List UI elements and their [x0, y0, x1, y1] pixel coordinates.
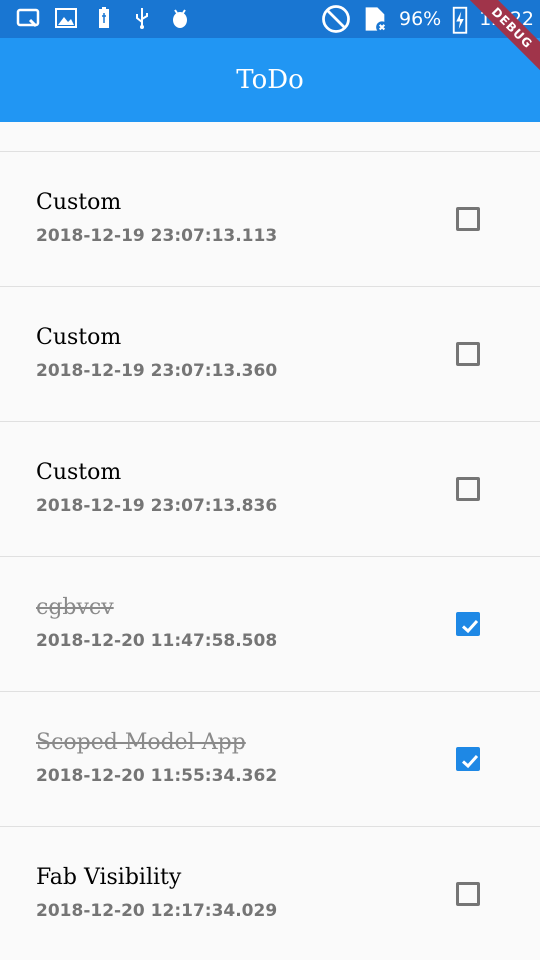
battery-usb-icon: [99, 7, 109, 28]
todo-title: Fab Visibility: [36, 865, 182, 890]
notification-icons: [16, 6, 192, 30]
todo-date: 2018-12-19 23:07:13.360: [36, 361, 278, 381]
checkbox-unchecked[interactable]: [456, 207, 480, 231]
check-icon: [461, 619, 479, 634]
todo-title: Custom: [36, 460, 122, 485]
todo-title: Scoped Model App: [36, 730, 246, 755]
todo-title: Custom: [36, 190, 122, 215]
list-item[interactable]: Custom 2018-12-19 23:07:13.836: [0, 422, 540, 557]
checkbox-unchecked[interactable]: [456, 882, 480, 906]
todo-title: cgbvcv: [36, 595, 114, 620]
todo-date: 2018-12-20 11:55:34.362: [36, 766, 278, 786]
android-debug-icon: [173, 9, 187, 28]
check-icon: [461, 754, 479, 769]
usb-icon: [136, 8, 148, 29]
todo-date: 2018-12-19 23:07:13.836: [36, 496, 278, 516]
battery-percent: 96%: [399, 8, 442, 30]
todo-title: Custom: [36, 325, 122, 350]
list-item[interactable]: cgbvcv 2018-12-20 11:47:58.508: [0, 557, 540, 692]
todo-date: 2018-12-20 12:17:34.029: [36, 901, 278, 921]
checkbox-unchecked[interactable]: [456, 342, 480, 366]
list-item[interactable]: Custom 2018-12-19 23:07:13.113: [0, 152, 540, 287]
status-bar: 96% 12:22: [0, 0, 540, 38]
checkbox-checked[interactable]: [456, 612, 480, 636]
todo-list: Custom 2018-12-19 23:07:13.113 Custom 2018-…: [0, 122, 540, 960]
list-item[interactable]: Fab Visibility 2018-12-20 12:17:34.029: [0, 827, 540, 960]
sim-no-signal-icon: [365, 7, 388, 33]
battery-charging-icon: [453, 6, 468, 34]
list-item[interactable]: Custom 2018-12-19 23:07:13.360: [0, 287, 540, 422]
app-title: ToDo: [236, 65, 304, 95]
image-icon: [55, 8, 77, 28]
list-item[interactable]: Scoped Model App 2018-12-20 11:55:34.362: [0, 692, 540, 827]
app-bar: ToDo: [0, 38, 540, 122]
do-not-disturb-icon: [322, 5, 350, 33]
checkbox-checked[interactable]: [456, 747, 480, 771]
todo-date: 2018-12-19 23:07:13.113: [36, 226, 278, 246]
checkbox-unchecked[interactable]: [456, 477, 480, 501]
screen-record-icon: [16, 8, 40, 28]
list-top-divider: [0, 122, 540, 152]
todo-date: 2018-12-20 11:47:58.508: [36, 631, 278, 651]
